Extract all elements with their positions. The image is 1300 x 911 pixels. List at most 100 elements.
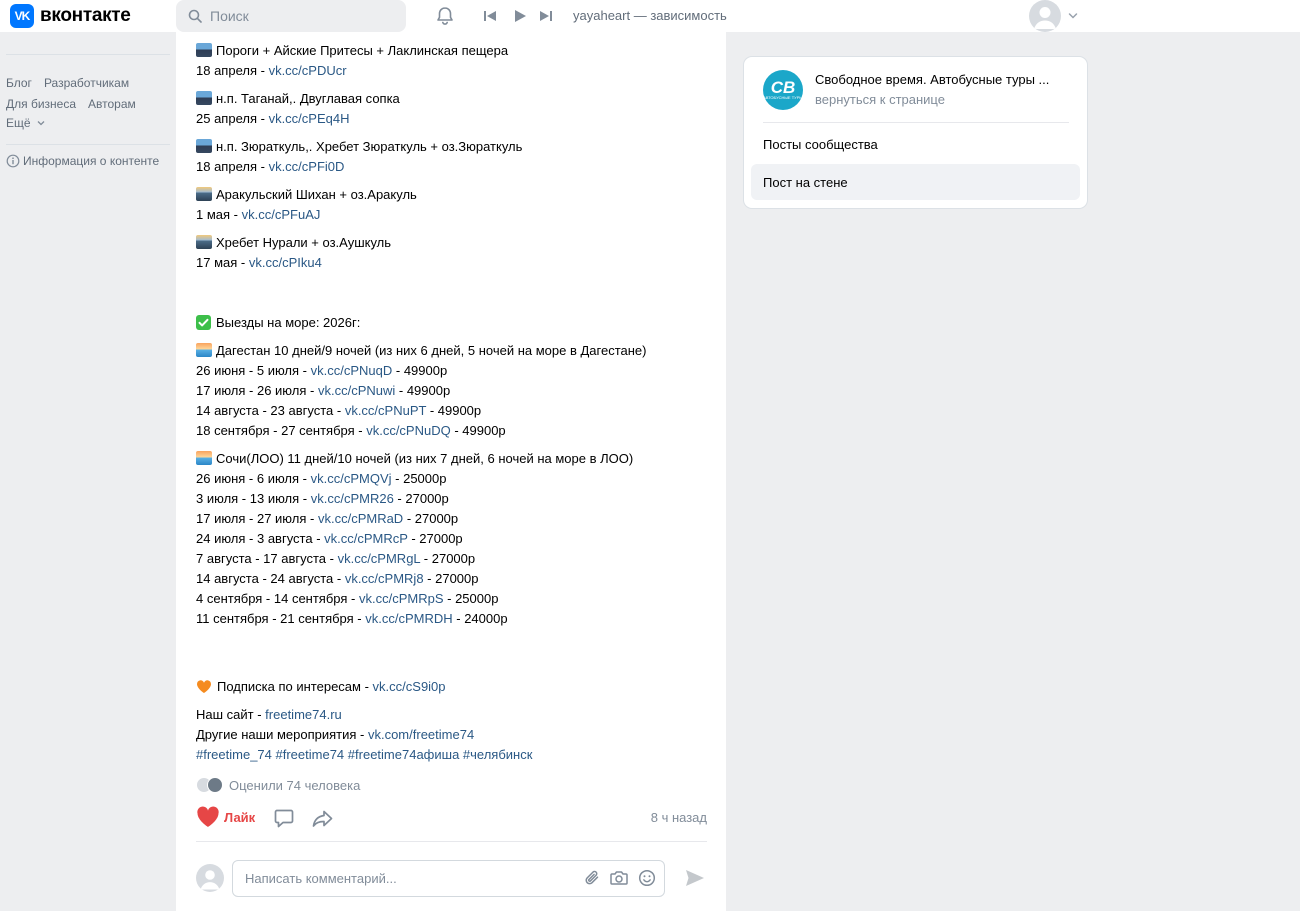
group-name[interactable]: Свободное время. Автобусные туры ... [815,72,1049,87]
orange-heart-icon [196,680,212,693]
liker-avatar [207,777,223,793]
tour-date-line: 18 апреля - vk.cc/cPFi0D [196,159,345,174]
group-avatar[interactable]: СВ АВТОБУСНЫЕ ТУРЫ [763,70,803,110]
previous-track-icon[interactable] [483,9,497,23]
info-icon [6,154,20,168]
sea-trip-row: 4 сентября - 14 сентября - vk.cc/cPMRpS … [196,591,499,606]
site-line: Наш сайт - freetime74.ru [196,707,342,722]
commenter-avatar [196,864,224,892]
search-input[interactable]: Поиск [176,0,406,32]
avatar-placeholder-icon [1034,7,1056,29]
tour-link[interactable]: vk.cc/cPDUcr [269,63,347,78]
sea-heading: Выезды на море: 2026г: [196,313,716,333]
mountain-sunrise-icon [196,187,212,201]
attach-icon[interactable] [583,869,601,887]
camera-icon[interactable] [609,869,629,887]
other-events-link[interactable]: vk.com/freetime74 [368,727,474,742]
sea-trip-link[interactable]: vk.cc/cPMRj8 [345,571,424,586]
sea-trip-row: 11 сентября - 21 сентября - vk.cc/cPMRDH… [196,611,508,626]
heart-icon [197,806,219,827]
group-avatar-subtext: АВТОБУСНЫЕ ТУРЫ [763,95,803,100]
hashtag-link[interactable]: #freetime74афиша [348,747,460,762]
sidebar-divider [6,144,170,145]
sea-trip-link[interactable]: vk.cc/cPNuwi [318,383,395,398]
sea-trip-link[interactable]: vk.cc/cPMRpS [359,591,444,606]
sea-trip-row: 7 августа - 17 августа - vk.cc/cPMRgL - … [196,551,476,566]
subscription-link[interactable]: vk.cc/cS9i0p [373,679,446,694]
footer-links-row-1: Блог Разработчикам [6,76,171,90]
play-icon[interactable] [513,9,527,23]
chevron-down-icon [37,121,45,126]
sea-trip-row: 14 августа - 23 августа - vk.cc/cPNuPT -… [196,403,482,418]
sea-trip-link[interactable]: vk.cc/cPMR26 [311,491,394,506]
tour-title: Аракульский Шихан + оз.Аракуль [196,185,716,205]
sea-trip-row: 18 сентября - 27 сентября - vk.cc/cPNuDQ… [196,423,506,438]
comment-placeholder: Написать комментарий... [245,871,397,886]
left-sidebar: Блог Разработчикам Для бизнеса Авторам Е… [6,40,171,168]
vk-logo[interactable]: VK вконтакте [10,4,131,28]
avatar-placeholder-icon [200,870,220,890]
next-track-icon[interactable] [539,9,553,23]
post-text: Пороги + Айские Притесы + Лаклинская пещ… [196,41,716,765]
mountain-icon [196,139,212,153]
sea-trip-row: 3 июля - 13 июля - vk.cc/cPMR26 - 27000р [196,491,449,506]
chevron-down-icon[interactable] [1068,12,1078,20]
post-divider [196,841,707,842]
send-icon[interactable] [684,868,706,888]
sea-trip-title: Сочи(ЛОО) 11 дней/10 ночей (из них 7 дне… [196,449,716,469]
sea-trip-link[interactable]: vk.cc/cPMRgL [338,551,421,566]
sea-trip-row: 24 июля - 3 августа - vk.cc/cPMRcP - 270… [196,531,463,546]
card-divider [763,122,1069,123]
tour-date-line: 17 мая - vk.cc/cPIku4 [196,255,322,270]
tour-date-line: 1 мая - vk.cc/cPFuAJ [196,207,321,222]
footer-link-authors[interactable]: Авторам [88,97,136,111]
hashtag-link[interactable]: #freetime_74 [196,747,272,762]
mountain-icon [196,91,212,105]
sea-trip-row: 17 июля - 26 июля - vk.cc/cPNuwi - 49900… [196,383,451,398]
vk-logo-mark: VK [10,4,34,28]
menu-item-wall-post[interactable]: Пост на стене [751,164,1080,200]
share-icon[interactable] [311,807,335,829]
hashtag-link[interactable]: #freetime74 [276,747,345,762]
menu-item-community-posts[interactable]: Посты сообщества [751,126,1080,162]
site-link[interactable]: freetime74.ru [265,707,342,722]
post-time[interactable]: 8 ч назад [651,810,707,825]
menu-item-label: Пост на стене [763,174,848,190]
now-playing-track[interactable]: yayaheart — зависимость [573,8,727,23]
tour-link[interactable]: vk.cc/cPFuAJ [242,207,321,222]
hashtag-link[interactable]: #челябинск [463,747,533,762]
search-icon [188,9,202,23]
sea-trip-row: 14 августа - 24 августа - vk.cc/cPMRj8 -… [196,571,479,586]
user-avatar[interactable] [1029,0,1061,32]
likers-summary[interactable]: Оценили 74 человека [196,777,360,793]
beach-icon [196,343,212,357]
back-to-page-link[interactable]: вернуться к странице [815,92,945,107]
sea-trip-row: 26 июня - 5 июля - vk.cc/cPNuqD - 49900р [196,363,448,378]
emoji-icon[interactable] [638,869,656,887]
mountain-icon [196,43,212,57]
likers-count: Оценили 74 человека [229,777,361,793]
sea-trip-link[interactable]: vk.cc/cPNuqD [311,363,393,378]
sea-trip-link[interactable]: vk.cc/cPMRDH [365,611,452,626]
tour-title: Пороги + Айские Притесы + Лаклинская пещ… [196,41,716,61]
comment-composer: Написать комментарий... [196,860,707,898]
footer-link-business[interactable]: Для бизнеса [6,97,76,111]
sea-trip-link[interactable]: vk.cc/cPMRcP [324,531,408,546]
footer-link-blog[interactable]: Блог [6,76,32,90]
tour-link[interactable]: vk.cc/cPEq4H [269,111,350,126]
tour-title: н.п. Зюраткуль,. Хребет Зюраткуль + оз.З… [196,137,716,157]
sea-trip-link[interactable]: vk.cc/cPNuDQ [366,423,451,438]
tour-link[interactable]: vk.cc/cPIku4 [249,255,322,270]
like-label: Лайк [224,809,256,825]
sea-trip-link[interactable]: vk.cc/cPMQVj [311,471,392,486]
sea-trip-link[interactable]: vk.cc/cPNuPT [345,403,426,418]
footer-link-developers[interactable]: Разработчикам [44,76,129,90]
tour-link[interactable]: vk.cc/cPFi0D [269,159,345,174]
comment-icon[interactable] [273,807,295,829]
footer-more[interactable]: Ещё [6,116,171,130]
content-info-link[interactable]: Информация о контенте [6,154,171,168]
bell-icon[interactable] [434,5,456,27]
sea-trip-link[interactable]: vk.cc/cPMRaD [318,511,403,526]
like-button[interactable]: Лайк [196,806,255,828]
vk-logo-text: вконтакте [40,5,131,26]
